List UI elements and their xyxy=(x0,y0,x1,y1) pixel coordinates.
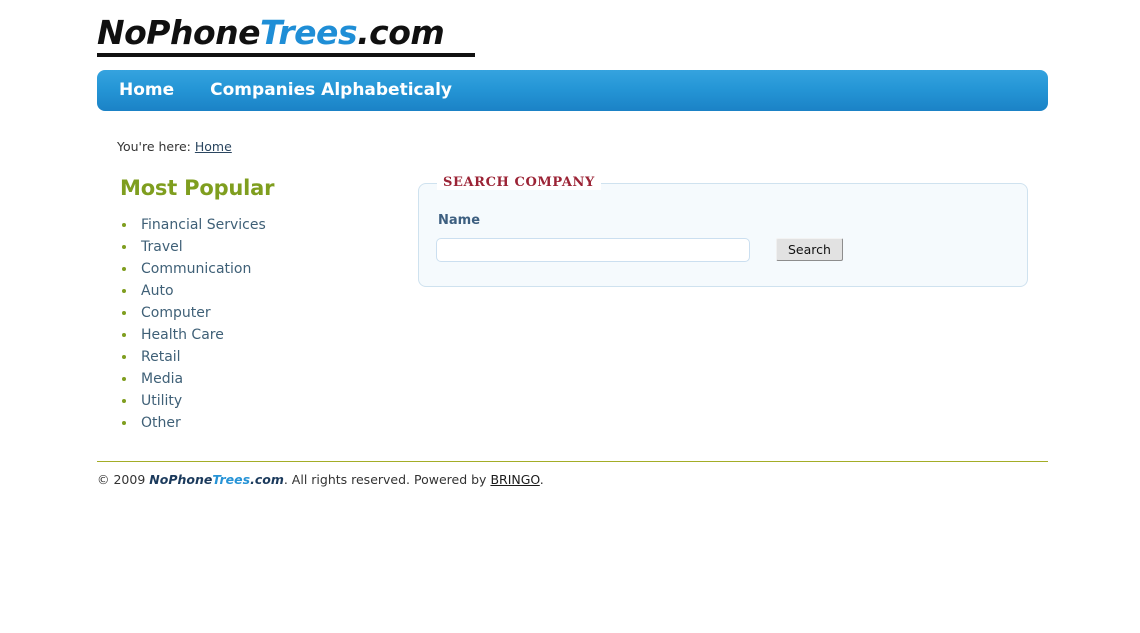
search-name-input[interactable] xyxy=(436,238,750,262)
sidebar-title: Most Popular xyxy=(120,176,275,200)
bullet-icon xyxy=(122,355,126,359)
footer-divider xyxy=(97,461,1048,462)
sidebar-item-retail[interactable]: Retail xyxy=(120,346,390,368)
bullet-icon xyxy=(122,399,126,403)
site-logo-part-2: Trees xyxy=(260,13,358,52)
search-submit-button[interactable]: Search xyxy=(776,238,843,261)
sidebar-item-other[interactable]: Other xyxy=(120,412,390,434)
bullet-icon xyxy=(122,245,126,249)
sidebar-item-label[interactable]: Financial Services xyxy=(141,217,266,233)
sidebar-item-auto[interactable]: Auto xyxy=(120,280,390,302)
nav-item-home[interactable]: Home xyxy=(119,70,174,111)
breadcrumb: You're here: Home xyxy=(117,139,232,154)
sidebar-item-label[interactable]: Computer xyxy=(141,305,211,321)
footer-rights-text: . All rights reserved. Powered by xyxy=(283,472,487,487)
site-logo[interactable]: NoPhoneTrees.com xyxy=(97,14,475,57)
sidebar-item-travel[interactable]: Travel xyxy=(120,236,390,258)
sidebar-item-media[interactable]: Media xyxy=(120,368,390,390)
sidebar-item-label[interactable]: Auto xyxy=(141,283,174,299)
footer-logo: NoPhoneTrees.com xyxy=(149,472,284,487)
main-navbar: Home Companies Alphabeticaly xyxy=(97,70,1048,111)
footer-link-bringo[interactable]: BRINGO xyxy=(490,472,539,487)
footer-end-period: . xyxy=(539,472,544,487)
sidebar-item-label[interactable]: Retail xyxy=(141,349,181,365)
footer-logo-part-3: .com xyxy=(250,472,284,487)
page-root: NoPhoneTrees.com Home Companies Alphabet… xyxy=(0,0,1140,633)
sidebar-item-financial-services[interactable]: Financial Services xyxy=(120,214,390,236)
footer-logo-part-1: NoPhone xyxy=(149,472,213,487)
sidebar-item-utility[interactable]: Utility xyxy=(120,390,390,412)
sidebar-item-communication[interactable]: Communication xyxy=(120,258,390,280)
bullet-icon xyxy=(122,267,126,271)
search-company-legend: SEARCH COMPANY xyxy=(437,175,601,190)
search-company-panel: SEARCH COMPANY Name Search xyxy=(418,175,1028,287)
footer-logo-part-2: Trees xyxy=(212,472,251,487)
footer-copyright: © 2009 xyxy=(97,472,146,487)
name-field-label: Name xyxy=(438,213,481,228)
sidebar-category-list: Financial Services Travel Communication … xyxy=(120,214,390,434)
sidebar-item-label[interactable]: Utility xyxy=(141,393,182,409)
sidebar-item-health-care[interactable]: Health Care xyxy=(120,324,390,346)
site-logo-part-3: .com xyxy=(357,13,445,52)
sidebar-item-computer[interactable]: Computer xyxy=(120,302,390,324)
sidebar-item-label[interactable]: Health Care xyxy=(141,327,224,343)
sidebar-item-label[interactable]: Communication xyxy=(141,261,251,277)
bullet-icon xyxy=(122,333,126,337)
sidebar-item-label[interactable]: Travel xyxy=(141,239,183,255)
bullet-icon xyxy=(122,289,126,293)
site-logo-part-1: NoPhone xyxy=(97,13,261,52)
sidebar-most-popular: Most Popular Financial Services Travel C… xyxy=(120,176,390,434)
footer: © 2009 NoPhoneTrees.com. All rights rese… xyxy=(97,472,544,488)
bullet-icon xyxy=(122,421,126,425)
sidebar-item-label[interactable]: Other xyxy=(141,415,181,431)
bullet-icon xyxy=(122,377,126,381)
breadcrumb-link-home[interactable]: Home xyxy=(195,139,232,154)
bullet-icon xyxy=(122,311,126,315)
sidebar-item-label[interactable]: Media xyxy=(141,371,183,387)
nav-item-companies-alphabeticaly[interactable]: Companies Alphabeticaly xyxy=(210,70,452,111)
site-logo-text: NoPhoneTrees.com xyxy=(97,14,475,52)
logo-underline-bar xyxy=(97,53,475,57)
bullet-icon xyxy=(122,223,126,227)
breadcrumb-prefix: You're here: xyxy=(117,139,191,154)
